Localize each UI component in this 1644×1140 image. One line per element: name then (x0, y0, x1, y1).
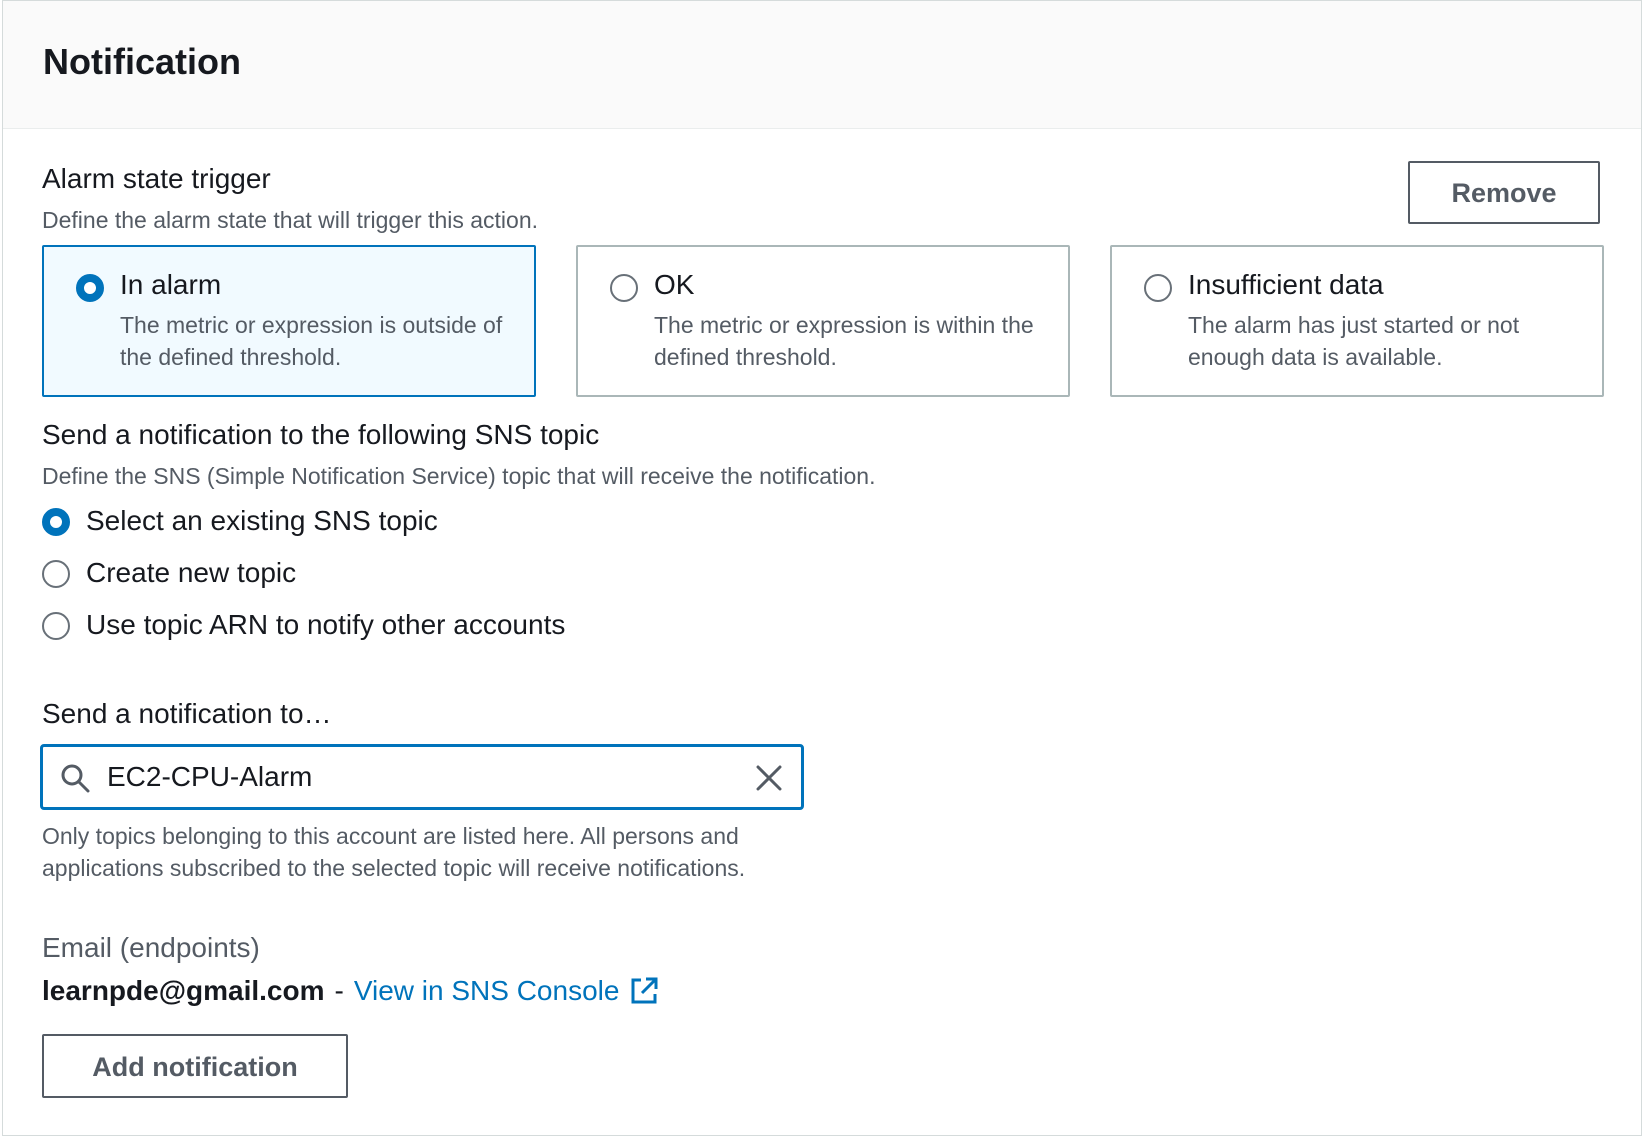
tile-in-alarm[interactable]: In alarm The metric or expression is out… (42, 245, 536, 397)
alarm-state-trigger-label: Alarm state trigger (42, 163, 271, 194)
tile-ok[interactable]: OK The metric or expression is within th… (576, 245, 1070, 397)
tile-title: OK (654, 269, 695, 300)
sns-topic-label: Send a notification to the following SNS… (42, 419, 600, 450)
topic-search-box[interactable] (40, 744, 804, 810)
radio-ok[interactable] (610, 274, 638, 302)
tile-description: The alarm has just started or not enough… (1188, 312, 1520, 370)
separator: - (334, 975, 344, 1006)
radio-in-alarm[interactable] (76, 274, 104, 302)
tile-title: Insufficient data (1188, 269, 1384, 300)
radio-create-new-topic[interactable] (42, 560, 70, 588)
tile-description: The metric or expression is within the d… (654, 312, 1034, 370)
panel-header: Notification (3, 1, 1641, 129)
radio-insufficient-data[interactable] (1144, 274, 1172, 302)
remove-button[interactable]: Remove (1408, 161, 1600, 224)
option-label: Create new topic (86, 557, 297, 588)
email-endpoint-line: learnpde@gmail.com - View in SNS Console (42, 975, 659, 1007)
search-icon (61, 764, 90, 793)
external-link-icon[interactable] (629, 976, 659, 1006)
radio-use-topic-arn[interactable] (42, 612, 70, 640)
topic-search-input[interactable] (107, 755, 707, 799)
radio-select-existing-topic[interactable] (42, 508, 70, 536)
email-address: learnpde@gmail.com (42, 975, 325, 1006)
panel-title: Notification (43, 41, 241, 82)
alarm-state-trigger-description: Define the alarm state that will trigger… (42, 207, 539, 233)
tile-title: In alarm (120, 269, 222, 300)
add-notification-button[interactable]: Add notification (42, 1034, 348, 1098)
topic-hint-text: Only topics belonging to this account ar… (42, 823, 746, 881)
send-to-label: Send a notification to… (42, 698, 332, 729)
option-label: Select an existing SNS topic (86, 505, 438, 536)
tile-description: The metric or expression is outside of t… (120, 312, 503, 370)
tile-insufficient-data[interactable]: Insufficient data The alarm has just sta… (1110, 245, 1604, 397)
close-icon[interactable] (753, 762, 785, 794)
option-label: Use topic ARN to notify other accounts (86, 609, 566, 640)
view-in-sns-console-link[interactable]: View in SNS Console (354, 975, 620, 1007)
email-endpoints-label: Email (endpoints) (42, 932, 260, 963)
sns-topic-description: Define the SNS (Simple Notification Serv… (42, 463, 876, 489)
